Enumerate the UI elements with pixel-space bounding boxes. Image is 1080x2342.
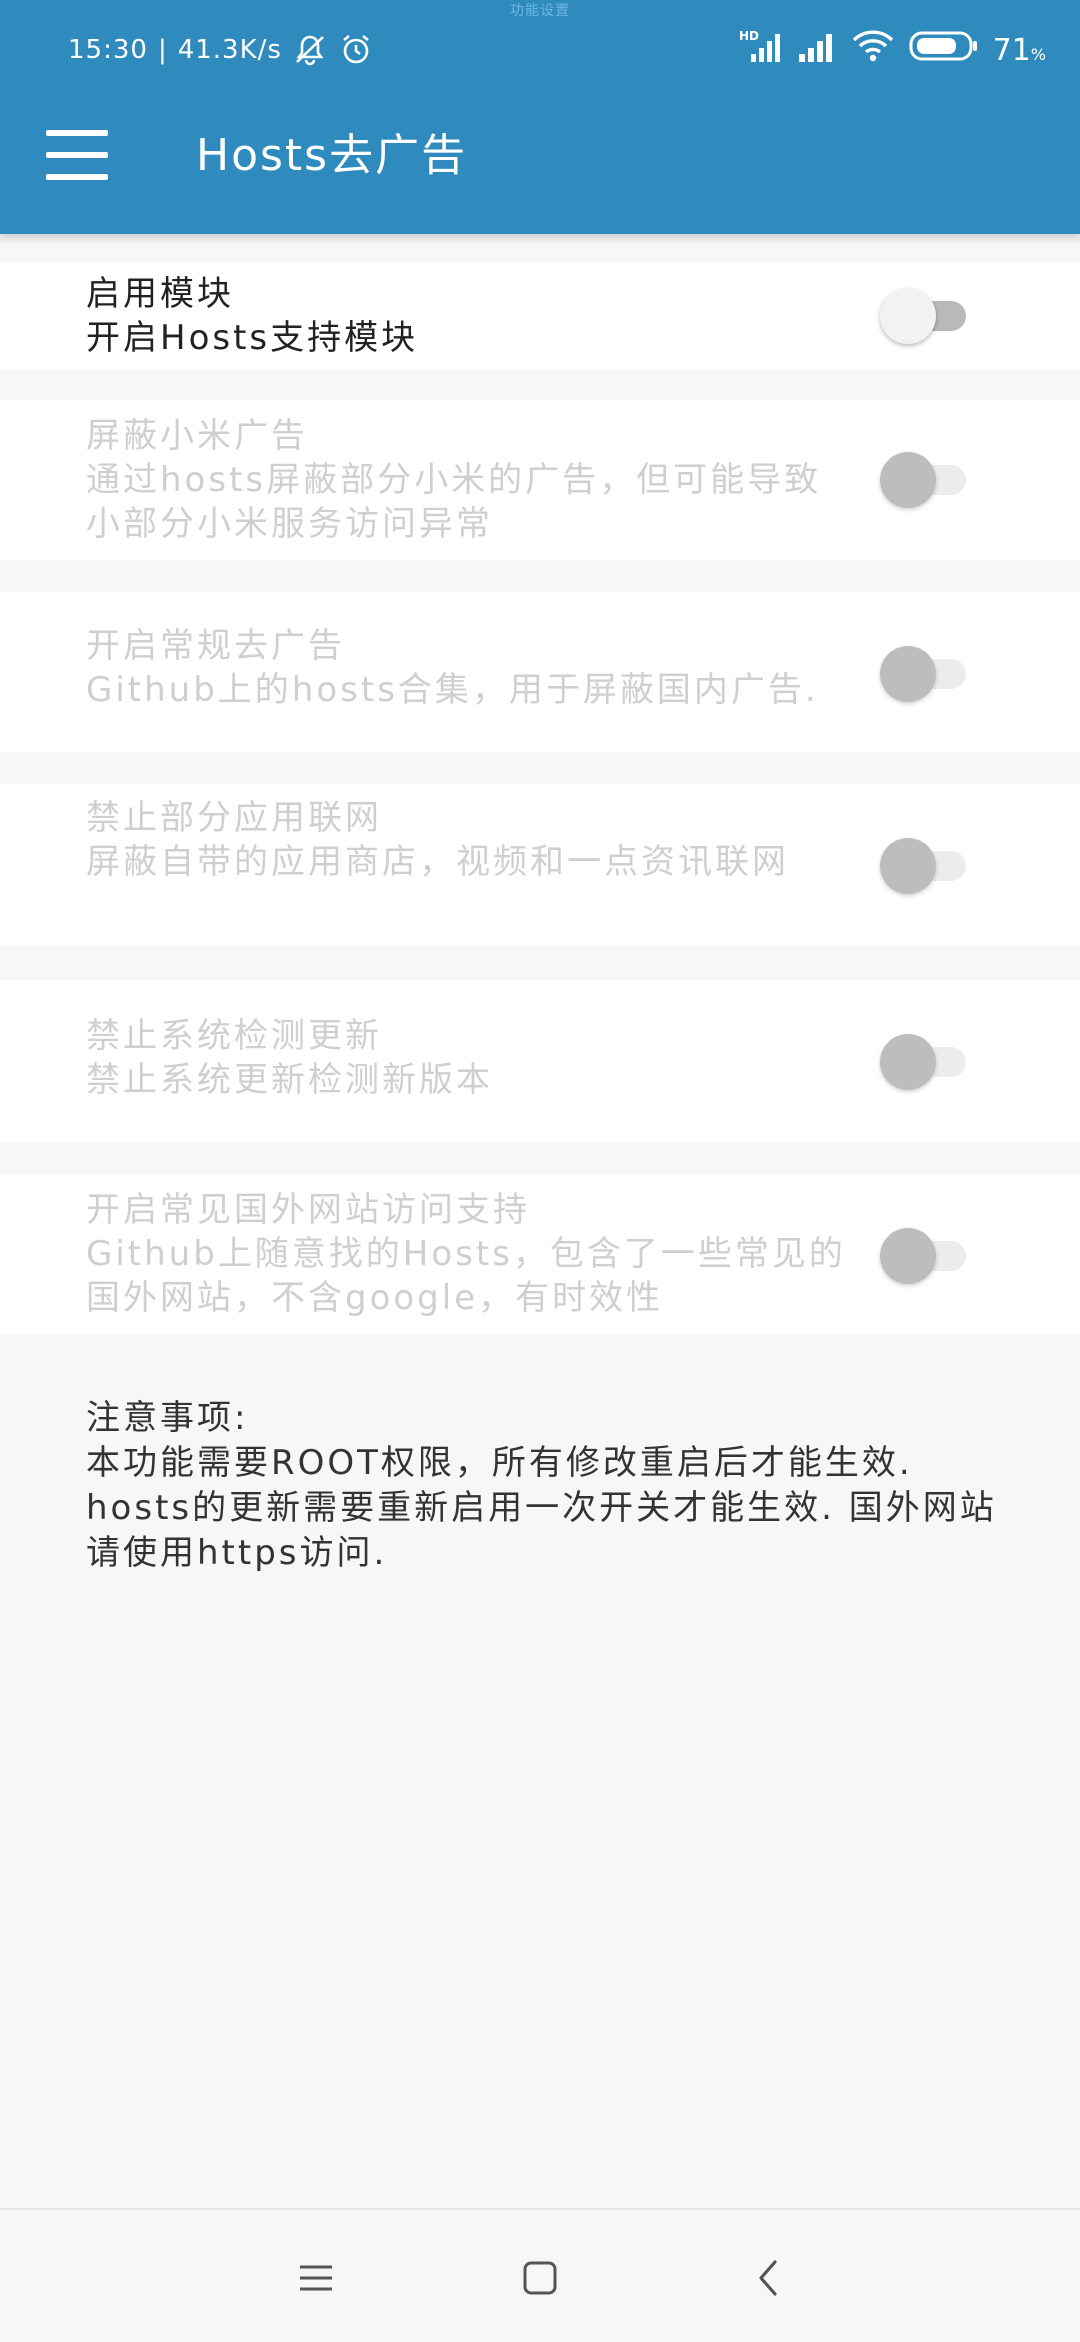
navigation-bar [0,2208,1080,2342]
setting-subtitle: 屏蔽自带的应用商店，视频和一点资讯联网 [86,842,789,882]
hamburger-menu-icon[interactable] [46,130,108,180]
status-bar-left: 15:30 | 41.3K/s [68,30,374,70]
switch-thumb [880,838,936,894]
notes-title: 注意事项: [86,1398,249,1438]
setting-title: 禁止部分应用联网 [86,798,382,838]
setting-subtitle: 禁止系统更新检测新版本 [86,1060,493,1100]
toggle-switch[interactable] [880,642,968,702]
setting-subtitle: Github上随意找的Hosts，包含了一些常见的国外网站，不含google，有… [86,1234,846,1318]
menu-line [46,174,108,180]
setting-text: 禁止系统检测更新 禁止系统更新检测新版本 [86,1014,856,1102]
setting-text: 禁止部分应用联网 屏蔽自带的应用商店，视频和一点资讯联网 [86,796,856,884]
toggle-switch[interactable] [880,284,968,344]
back-icon[interactable] [738,2248,798,2308]
alarm-icon [338,32,374,68]
setting-row-block-app-network[interactable]: 禁止部分应用联网 屏蔽自带的应用商店，视频和一点资讯联网 [0,784,1080,946]
home-icon[interactable] [510,2248,570,2308]
battery-unit: % [1030,44,1046,64]
wifi-icon [851,28,895,72]
toggle-switch[interactable] [880,834,968,894]
menu-line [46,130,108,136]
signal-hd-icon: HD [739,28,783,72]
setting-row-enable-module[interactable]: 启用模块 开启Hosts支持模块 [0,262,1080,370]
setting-text: 屏蔽小米广告 通过hosts屏蔽部分小米的广告，但可能导致小部分小米服务访问异常 [86,414,856,546]
setting-row-general-ad-block[interactable]: 开启常规去广告 Github上的hosts合集，用于屏蔽国内广告. [0,592,1080,752]
setting-title: 开启常见国外网站访问支持 [86,1190,530,1230]
setting-title: 禁止系统检测更新 [86,1016,382,1056]
battery-level: 71 [992,32,1031,68]
switch-thumb [880,1034,936,1090]
setting-row-block-system-update[interactable]: 禁止系统检测更新 禁止系统更新检测新版本 [0,980,1080,1142]
toggle-switch[interactable] [880,1224,968,1284]
battery-icon [909,28,979,72]
app-title: Hosts去广告 [196,130,468,181]
setting-row-block-xiaomi-ads[interactable]: 屏蔽小米广告 通过hosts屏蔽部分小米的广告，但可能导致小部分小米服务访问异常 [0,400,1080,560]
setting-title: 启用模块 [86,274,234,314]
switch-thumb [880,646,936,702]
switch-thumb [880,288,936,344]
toggle-switch[interactable] [880,1030,968,1090]
notes-body: 本功能需要ROOT权限，所有修改重启后才能生效. hosts的更新需要重新启用一… [86,1443,997,1573]
signal-icon [797,28,837,72]
battery-percentage: 71% [993,33,1046,68]
toggle-switch[interactable] [880,448,968,508]
setting-row-foreign-sites[interactable]: 开启常见国外网站访问支持 Github上随意找的Hosts，包含了一些常见的国外… [0,1174,1080,1334]
notes-section: 注意事项: 本功能需要ROOT权限，所有修改重启后才能生效. hosts的更新需… [86,1396,1006,1576]
setting-title: 开启常规去广告 [86,626,345,666]
recents-icon[interactable] [286,2248,346,2308]
bell-off-icon [292,32,328,68]
switch-thumb [880,452,936,508]
status-time: 15:30 [68,35,148,65]
setting-title: 屏蔽小米广告 [86,416,308,456]
svg-text:HD: HD [739,29,759,43]
status-net-speed: 41.3K/s [177,35,282,65]
top-bar: 功能设置 15:30 | 41.3K/s HD 71% Hosts去广告 [0,0,1080,234]
status-bar-right: HD 71% [739,28,1046,72]
setting-text: 开启常见国外网站访问支持 Github上随意找的Hosts，包含了一些常见的国外… [86,1188,856,1320]
switch-thumb [880,1228,936,1284]
setting-subtitle: 通过hosts屏蔽部分小米的广告，但可能导致小部分小米服务访问异常 [86,460,822,544]
status-separator: | [157,35,168,65]
setting-text: 启用模块 开启Hosts支持模块 [86,272,856,360]
menu-line [46,152,108,158]
notification-text: 功能设置 [510,3,570,19]
setting-subtitle: 开启Hosts支持模块 [86,318,419,358]
setting-text: 开启常规去广告 Github上的hosts合集，用于屏蔽国内广告. [86,624,856,712]
setting-subtitle: Github上的hosts合集，用于屏蔽国内广告. [86,670,819,710]
